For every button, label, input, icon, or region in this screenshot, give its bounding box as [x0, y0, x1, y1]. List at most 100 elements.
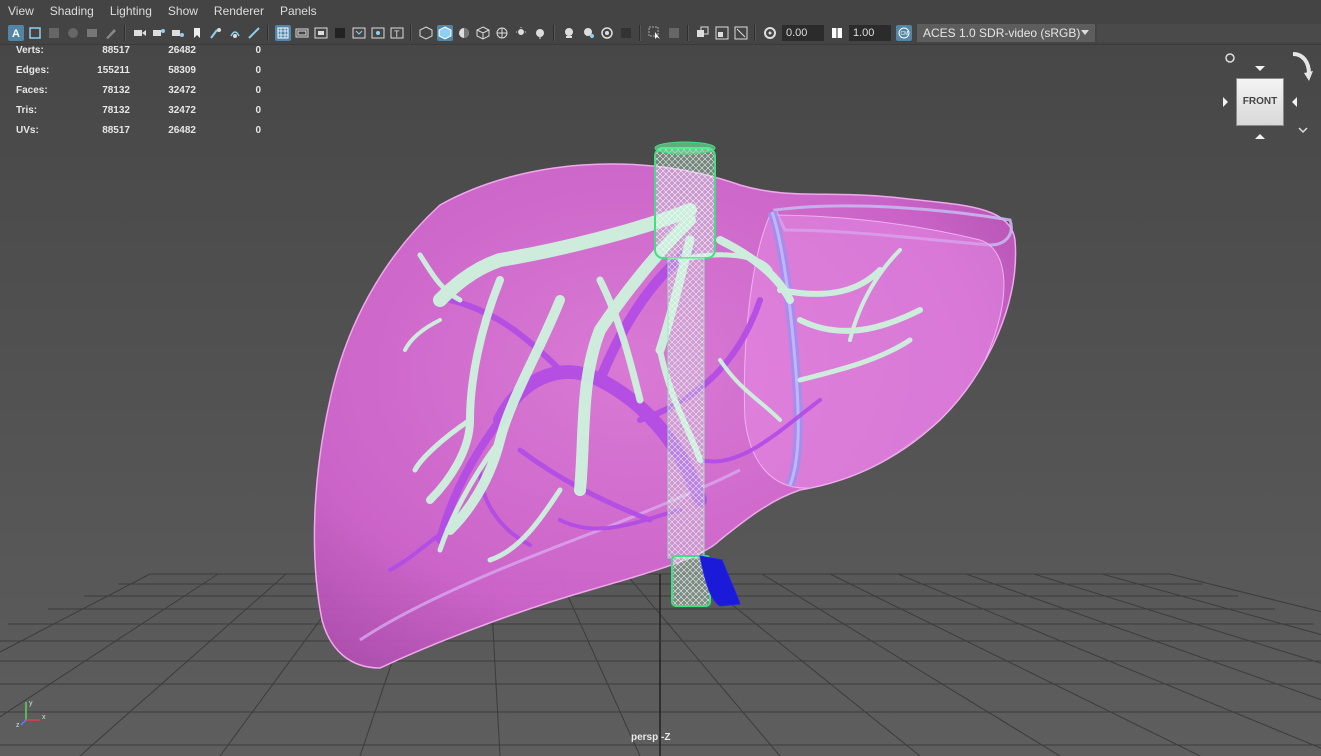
- hud-label: Verts:: [16, 45, 44, 56]
- gamma-icon[interactable]: [829, 25, 845, 41]
- hud-row-tris: Tris: 78132 32472 0: [16, 106, 261, 126]
- hud-label: Edges:: [16, 65, 50, 76]
- toolbar-separator: [687, 25, 689, 41]
- hud-value: 32472: [168, 105, 196, 116]
- camera-name-label: persp -Z: [631, 732, 671, 743]
- color-space-value: ACES 1.0 SDR-video (sRGB): [923, 26, 1081, 40]
- ambient-occlusion-icon[interactable]: [456, 25, 472, 41]
- select-camera-icon[interactable]: A: [7, 25, 24, 41]
- gamma-field[interactable]: 1.00: [849, 25, 891, 41]
- hud-value: 88517: [102, 125, 130, 136]
- multisample-aa-icon[interactable]: [494, 25, 510, 41]
- svg-text:CM: CM: [900, 31, 908, 37]
- menu-lighting[interactable]: Lighting: [102, 0, 160, 22]
- lights-icon[interactable]: [418, 25, 434, 41]
- menu-shading[interactable]: Shading: [42, 0, 102, 22]
- camera-attributes-icon[interactable]: [27, 25, 43, 41]
- hud-value: 58309: [168, 65, 196, 76]
- hud-value: 0: [255, 65, 261, 76]
- view-right-arrow-icon[interactable]: [1292, 97, 1297, 107]
- hud-value: 0: [255, 105, 261, 116]
- hud-value: 0: [255, 45, 261, 56]
- render-view-icon[interactable]: [733, 25, 749, 41]
- menu-panels[interactable]: Panels: [272, 0, 325, 22]
- 3d-viewport[interactable]: y x z: [0, 45, 1321, 756]
- view-cube-front-face[interactable]: FRONT: [1236, 78, 1284, 126]
- view-left-arrow-icon[interactable]: [1223, 97, 1228, 107]
- shadows-icon[interactable]: [436, 25, 453, 41]
- use-default-material-icon[interactable]: [313, 25, 329, 41]
- svg-text:A: A: [12, 28, 20, 40]
- xray-icon[interactable]: [351, 25, 367, 41]
- toolbar-separator: [639, 25, 641, 41]
- playblast-icon[interactable]: [714, 25, 730, 41]
- resolution-icon[interactable]: [580, 25, 596, 41]
- hud-value: 78132: [102, 85, 130, 96]
- hud-row-faces: Faces: 78132 32472 0: [16, 86, 261, 106]
- depth-of-field-icon[interactable]: [513, 25, 529, 41]
- hud-value: 26482: [168, 45, 196, 56]
- hud-value: 155211: [97, 65, 130, 76]
- view-up-arrow-icon[interactable]: [1255, 66, 1265, 71]
- menu-renderer[interactable]: Renderer: [206, 0, 272, 22]
- bookmarks-icon[interactable]: [46, 25, 62, 41]
- chevron-down-icon: [1081, 30, 1089, 35]
- poly-count-hud: Verts: 88517 26482 0 Edges: 155211 58309…: [16, 46, 261, 146]
- frame-selection-icon[interactable]: [666, 25, 682, 41]
- texture-icon[interactable]: [599, 25, 615, 41]
- gate-mask-icon[interactable]: [189, 25, 205, 41]
- hud-label: UVs:: [16, 125, 39, 136]
- toolbar-spacer: [1097, 24, 1321, 42]
- menu-view[interactable]: View: [0, 0, 42, 22]
- hud-label: Tris:: [16, 105, 38, 116]
- safe-title-icon[interactable]: [246, 25, 262, 41]
- safe-action-icon[interactable]: [227, 25, 243, 41]
- view-down-arrow-icon[interactable]: [1255, 134, 1265, 139]
- smooth-shade-icon[interactable]: [294, 25, 310, 41]
- field-chart-icon[interactable]: [208, 25, 224, 41]
- wireframe-icon[interactable]: [274, 25, 291, 41]
- color-space-dropdown[interactable]: ACES 1.0 SDR-video (sRGB): [917, 24, 1095, 42]
- resolution-gate-icon[interactable]: [170, 25, 186, 41]
- film-gate-icon[interactable]: [151, 25, 167, 41]
- hud-row-verts: Verts: 88517 26482 0: [16, 46, 261, 66]
- toolbar-separator: [754, 25, 756, 41]
- view-cube[interactable]: FRONT: [1221, 48, 1321, 148]
- hud-value: 0: [255, 125, 261, 136]
- toolbar-separator: [553, 25, 555, 41]
- exposure-field[interactable]: 0.00: [782, 25, 824, 41]
- menu-show[interactable]: Show: [160, 0, 206, 22]
- hud-row-uvs: UVs: 88517 26482 0: [16, 126, 261, 146]
- hud-value: 78132: [102, 105, 130, 116]
- axis-z-label: z: [16, 722, 20, 729]
- grease-pencil-icon[interactable]: [103, 25, 119, 41]
- xray-active-icon[interactable]: [370, 25, 386, 41]
- hud-icon[interactable]: [618, 25, 634, 41]
- hud-value: 0: [255, 85, 261, 96]
- toolbar-separator: [410, 25, 412, 41]
- snapshot-icon[interactable]: [695, 25, 711, 41]
- scene-render: y x z: [0, 45, 1321, 756]
- chevron-down-icon[interactable]: [1298, 127, 1308, 134]
- rotate-view-icon[interactable]: [1292, 52, 1311, 75]
- hud-value: 88517: [102, 45, 130, 56]
- toolbar-separator: [267, 25, 269, 41]
- select-tool-icon[interactable]: [647, 25, 663, 41]
- image-plane-icon[interactable]: [65, 25, 81, 41]
- exposure-icon[interactable]: [762, 25, 778, 41]
- camera-icon[interactable]: [132, 25, 148, 41]
- isolate-select-icon[interactable]: [532, 25, 548, 41]
- axis-y-label: y: [29, 700, 33, 707]
- panel-menu-bar: View Shading Lighting Show Renderer Pane…: [0, 0, 1321, 22]
- grid-icon[interactable]: [561, 25, 577, 41]
- hud-value: 26482: [168, 125, 196, 136]
- panel-toolbar: A T 0.00 1.00 CM ACES 1.0 SDR-video (sRG…: [0, 22, 1321, 45]
- color-management-icon[interactable]: CM: [895, 25, 912, 41]
- home-icon[interactable]: [1225, 53, 1235, 63]
- xray-joints-icon[interactable]: T: [389, 25, 405, 41]
- toolbar-separator: [124, 25, 126, 41]
- wireframe-on-shaded-icon[interactable]: [332, 25, 348, 41]
- maya-viewport-panel: View Shading Lighting Show Renderer Pane…: [0, 0, 1321, 756]
- 2d-pan-zoom-icon[interactable]: [84, 25, 100, 41]
- motion-blur-icon[interactable]: [475, 25, 491, 41]
